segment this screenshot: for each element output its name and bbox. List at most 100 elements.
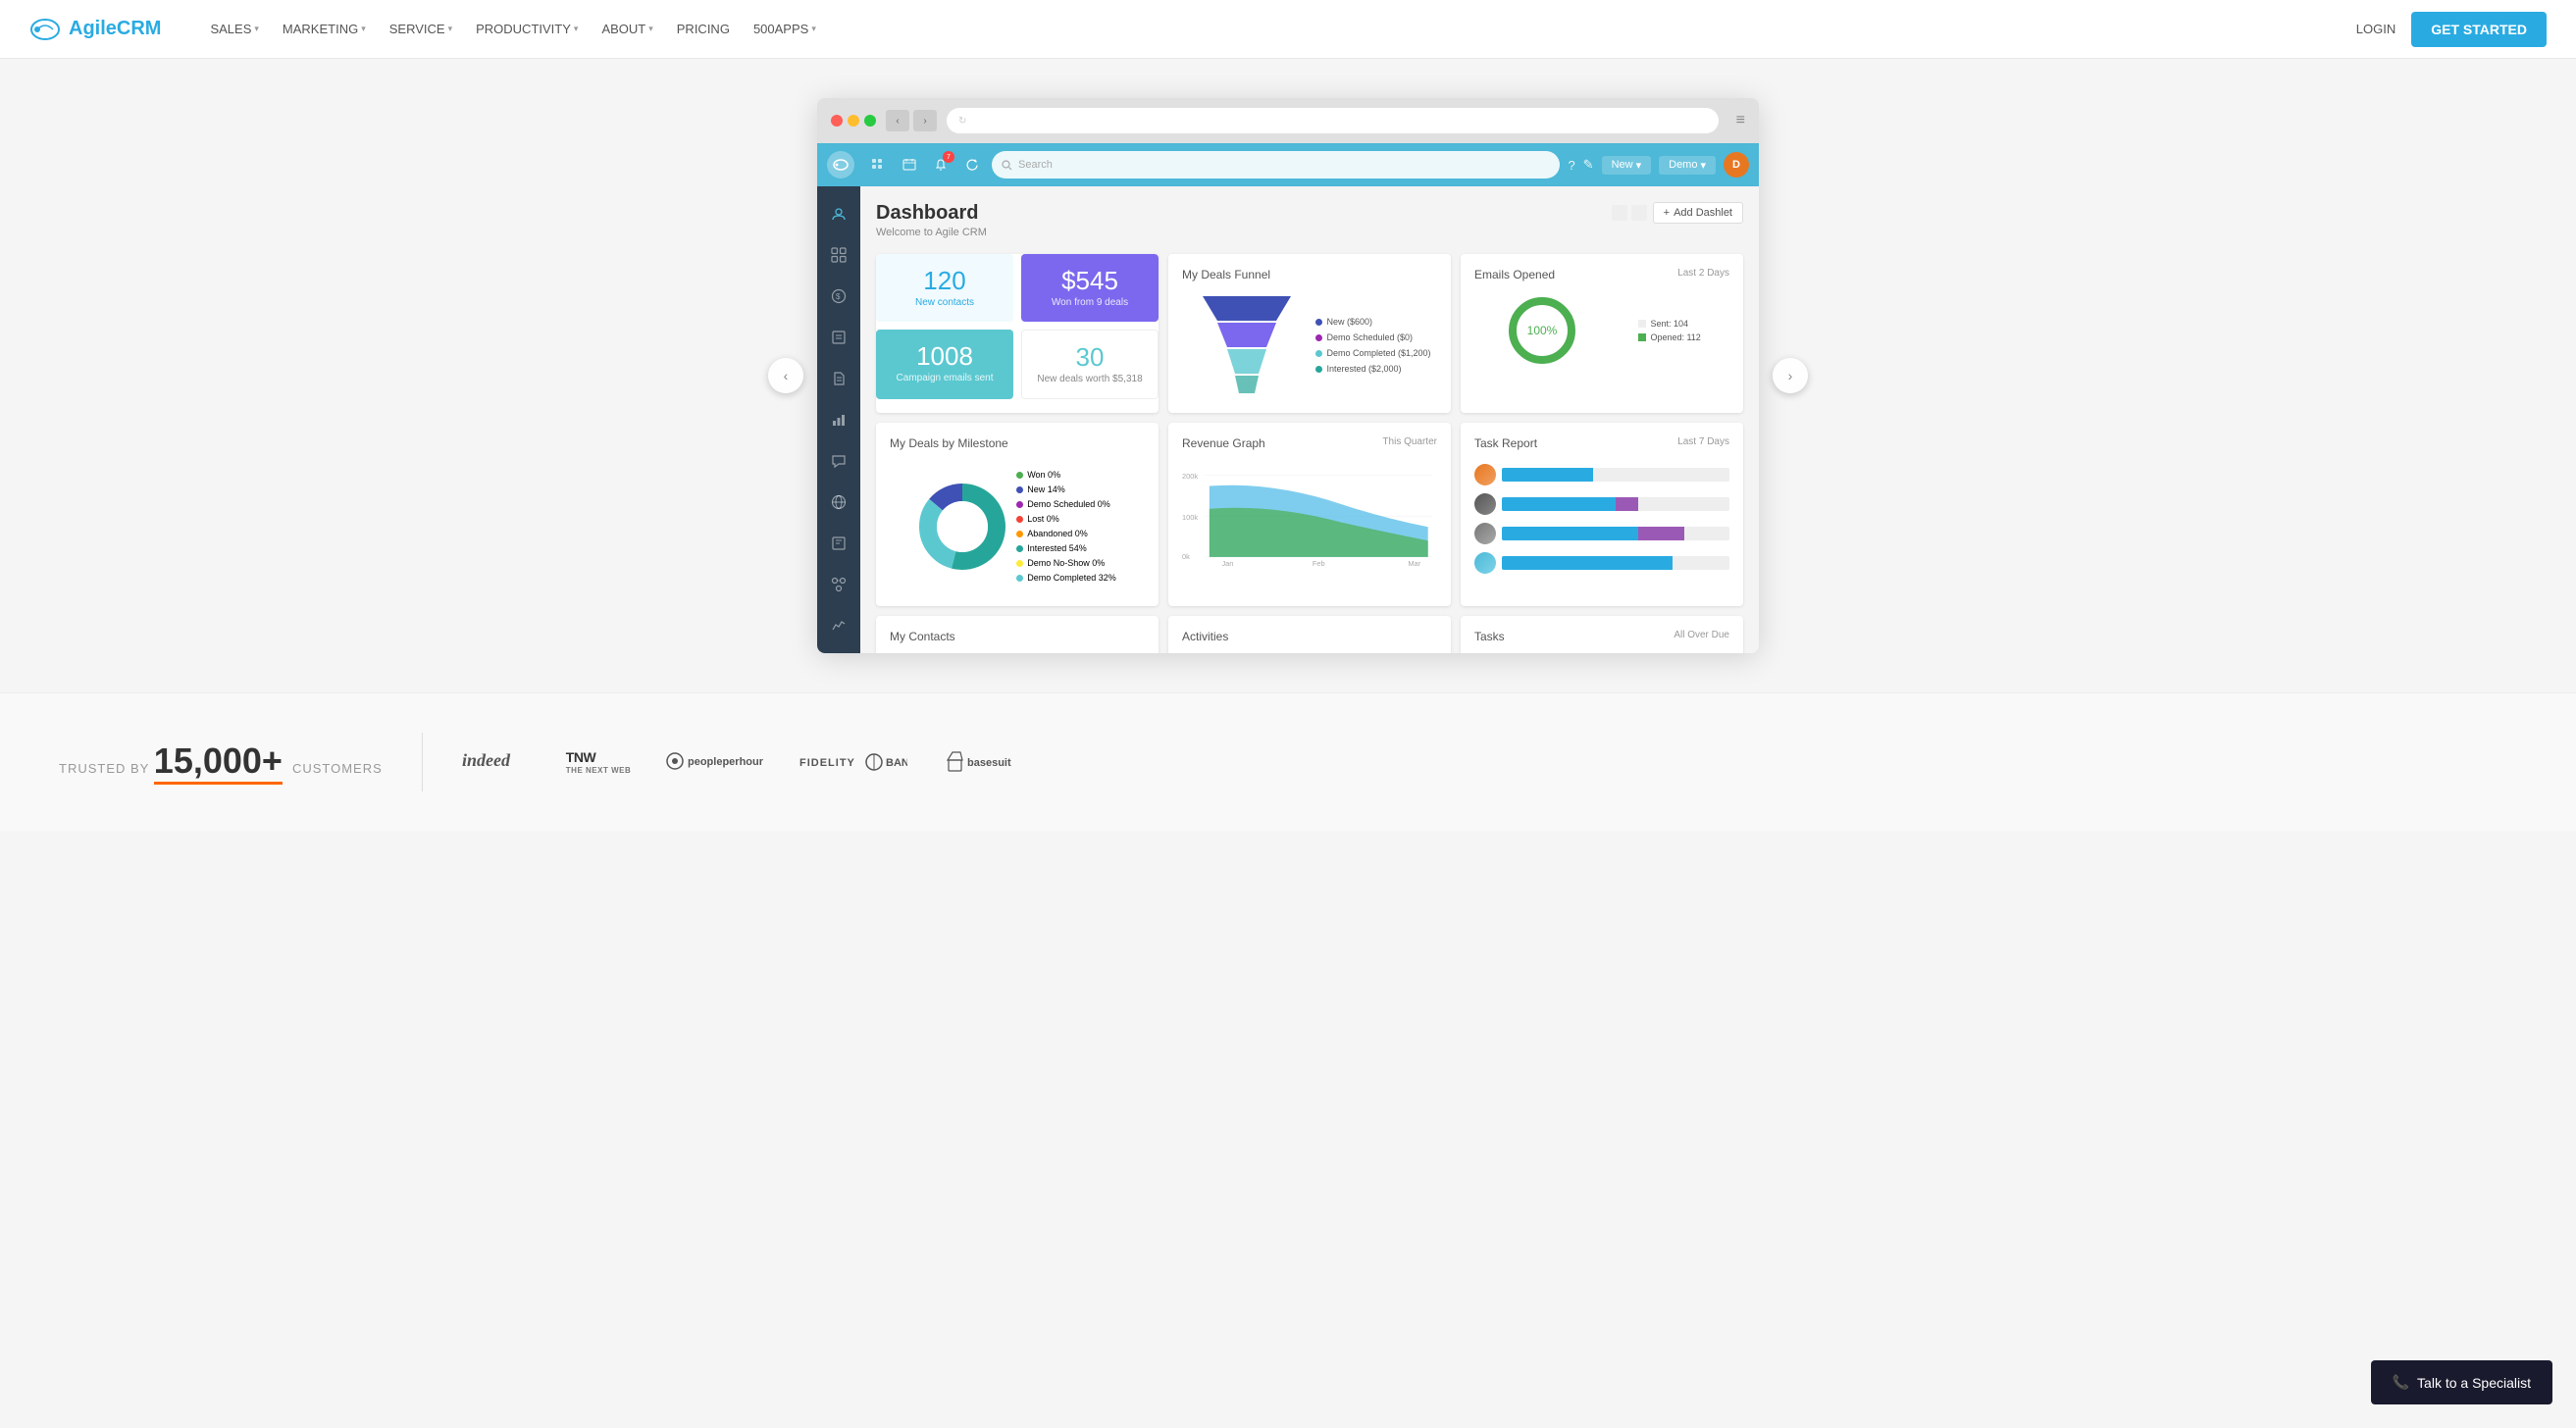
task-bar-1 bbox=[1502, 468, 1729, 482]
nav-right: LOGIN GET STARTED bbox=[2356, 12, 2547, 47]
svg-text:100k: 100k bbox=[1182, 513, 1198, 522]
main-content: ‹ › ‹ › ↻ ≡ bbox=[0, 59, 2576, 692]
sidebar-item-contacts[interactable] bbox=[821, 196, 856, 231]
login-link[interactable]: LOGIN bbox=[2356, 22, 2396, 36]
browser-url-bar[interactable]: ↻ bbox=[947, 108, 1719, 133]
page-title: Dashboard bbox=[876, 202, 987, 225]
contacts-dashlet: My Contacts DI Dion Other Signup bbox=[876, 616, 1159, 653]
sidebar-item-deals[interactable] bbox=[821, 237, 856, 273]
nav-500apps[interactable]: 500APPS▾ bbox=[744, 14, 826, 44]
tasks-title: Tasks All Over Due bbox=[1474, 630, 1729, 643]
dashlet-icon-2[interactable] bbox=[1631, 205, 1647, 221]
task-bar-3 bbox=[1502, 527, 1729, 540]
task-report-dashlet: Task Report Last 7 Days bbox=[1461, 423, 1743, 606]
activities-dashlet: Activities ✉ Email subject - Agile CRM |… bbox=[1168, 616, 1451, 653]
search-icon bbox=[1002, 160, 1012, 171]
sidebar-item-analytics[interactable] bbox=[821, 608, 856, 643]
contacts-icon[interactable] bbox=[866, 153, 890, 177]
notification-badge: 7 bbox=[943, 151, 954, 163]
task-bar-row-2 bbox=[1474, 493, 1729, 515]
nav-sales[interactable]: SALES▾ bbox=[200, 14, 268, 44]
sidebar-item-forms[interactable] bbox=[821, 526, 856, 561]
contacts-dashlet-title: My Contacts bbox=[890, 630, 1145, 643]
milestone-pie bbox=[918, 483, 1006, 571]
basesuit-logo: basesuit bbox=[943, 750, 1031, 774]
crm-logo-icon bbox=[833, 157, 849, 173]
tnw-logo: TNW THE NEXT WEB bbox=[566, 749, 631, 775]
browser-menu-icon[interactable]: ≡ bbox=[1736, 112, 1745, 129]
nav-marketing[interactable]: MARKETING▾ bbox=[273, 14, 376, 44]
milestone-chart: Won 0% New 14% Demo Scheduled 0% Lost 0%… bbox=[890, 460, 1145, 592]
nav-pricing[interactable]: PRICING bbox=[667, 14, 740, 44]
revenue-dashlet: Revenue Graph This Quarter 200k 100k 0k bbox=[1168, 423, 1451, 606]
nav-about[interactable]: ABOUT▾ bbox=[592, 14, 662, 44]
refresh-icon[interactable] bbox=[960, 153, 984, 177]
sidebar-item-web[interactable] bbox=[821, 484, 856, 520]
crm-topbar-icons: 7 bbox=[866, 153, 984, 177]
emails-period: Last 2 Days bbox=[1677, 268, 1729, 279]
donut-svg: 100% bbox=[1503, 291, 1581, 370]
calendar-icon[interactable] bbox=[898, 153, 921, 177]
emails-title: Emails Opened Last 2 Days bbox=[1474, 268, 1729, 281]
notifications-icon[interactable]: 7 bbox=[929, 153, 953, 177]
maximize-dot[interactable] bbox=[864, 115, 876, 127]
emails-opened-legend: Opened: 112 bbox=[1638, 332, 1700, 342]
browser-back-button[interactable]: ‹ bbox=[886, 110, 909, 131]
browser-window: ‹ › ↻ ≡ bbox=[817, 98, 1759, 653]
page-title-area: Dashboard Welcome to Agile CRM bbox=[876, 202, 987, 238]
talk-to-specialist-button[interactable]: 📞 Talk to a Specialist bbox=[2371, 1360, 2552, 1404]
nav-productivity[interactable]: PRODUCTIVITY▾ bbox=[466, 14, 588, 44]
funnel-legend-new: New ($600) bbox=[1315, 317, 1430, 327]
top-navigation: AgileCRM SALES▾ MARKETING▾ SERVICE▾ PROD… bbox=[0, 0, 2576, 59]
dashlet-icon-1[interactable] bbox=[1612, 205, 1627, 221]
svg-text:$: $ bbox=[836, 292, 841, 301]
sidebar-item-documents[interactable] bbox=[821, 361, 856, 396]
tasks-period: All Over Due bbox=[1674, 630, 1729, 640]
task-avatar-4 bbox=[1474, 552, 1496, 574]
sidebar-item-messages[interactable] bbox=[821, 443, 856, 479]
nav-service[interactable]: SERVICE▾ bbox=[380, 14, 462, 44]
funnel-title: My Deals Funnel bbox=[1182, 268, 1437, 281]
sidebar-item-reports[interactable] bbox=[821, 402, 856, 437]
task-report-bars bbox=[1474, 460, 1729, 574]
scroll-left-arrow[interactable]: ‹ bbox=[768, 358, 803, 393]
trusted-suffix: CUSTOMERS bbox=[292, 761, 383, 776]
crm-logo[interactable] bbox=[827, 151, 854, 178]
funnel-legend-scheduled: Demo Scheduled ($0) bbox=[1315, 332, 1430, 342]
user-menu-button[interactable]: Demo ▾ bbox=[1659, 156, 1716, 175]
dashboard-grid-row3: My Contacts DI Dion Other Signup bbox=[876, 616, 1743, 653]
get-started-button[interactable]: GET STARTED bbox=[2411, 12, 2547, 47]
tasks-dashlet: Tasks All Over Due Call for Demo Francoi… bbox=[1461, 616, 1743, 653]
minimize-dot[interactable] bbox=[848, 115, 859, 127]
logo[interactable]: AgileCRM bbox=[29, 14, 161, 45]
sidebar-item-tasks[interactable] bbox=[821, 320, 856, 355]
sidebar-item-revenue[interactable]: $ bbox=[821, 279, 856, 314]
phone-icon: 📞 bbox=[2393, 1374, 2409, 1391]
won-deals-stat: $545 Won from 9 deals bbox=[1021, 254, 1159, 322]
help-icon[interactable]: ? bbox=[1568, 158, 1574, 173]
sidebar-item-integrations[interactable] bbox=[821, 567, 856, 602]
user-avatar[interactable]: D bbox=[1724, 152, 1749, 178]
crm-topbar-right: ? ✎ New ▾ Demo ▾ D bbox=[1568, 152, 1749, 178]
crm-topbar: 7 Searc bbox=[817, 143, 1759, 186]
task-bar-2 bbox=[1502, 497, 1729, 511]
campaign-label: Campaign emails sent bbox=[890, 373, 1000, 383]
milestone-title: My Deals by Milestone bbox=[890, 436, 1145, 450]
task-report-title: Task Report Last 7 Days bbox=[1474, 436, 1729, 450]
crm-search-bar[interactable]: Search bbox=[992, 151, 1560, 178]
new-contacts-label: New contacts bbox=[890, 297, 1000, 308]
browser-forward-button[interactable]: › bbox=[913, 110, 937, 131]
dashboard-grid-row2: My Deals by Milestone bbox=[876, 423, 1743, 606]
fidelity-logo: FIDELITY BANK bbox=[799, 750, 907, 774]
svg-text:peopleperhour: peopleperhour bbox=[688, 756, 764, 768]
add-dashlet-button[interactable]: + Add Dashlet bbox=[1653, 202, 1743, 224]
funnel-legend-interested: Interested ($2,000) bbox=[1315, 364, 1430, 374]
scroll-right-arrow[interactable]: › bbox=[1773, 358, 1808, 393]
new-button[interactable]: New ▾ bbox=[1602, 156, 1652, 175]
svg-text:200k: 200k bbox=[1182, 472, 1198, 481]
dashboard-grid-row1: 120 New contacts $545 Won from 9 deals 1… bbox=[876, 254, 1743, 413]
edit-icon[interactable]: ✎ bbox=[1583, 157, 1594, 173]
close-dot[interactable] bbox=[831, 115, 843, 127]
new-deals-number: 30 bbox=[1036, 344, 1144, 370]
won-amount: $545 bbox=[1035, 268, 1145, 293]
